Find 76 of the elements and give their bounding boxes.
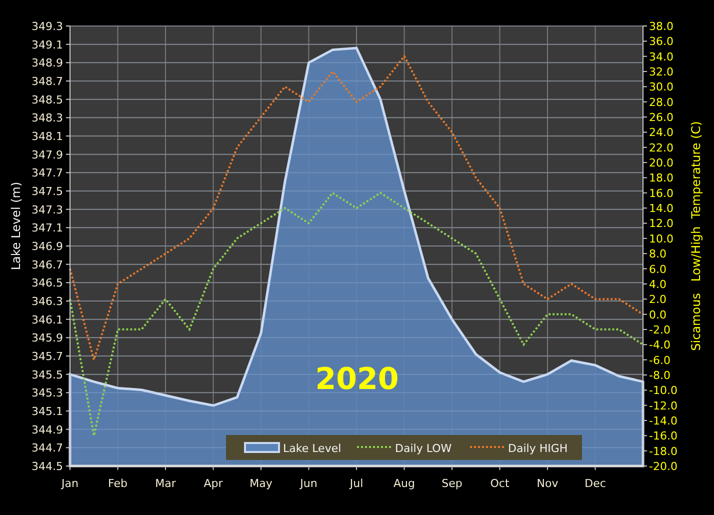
axis-tick-label: 10.0 xyxy=(649,232,674,246)
axis-tick-label: 345.3 xyxy=(32,386,63,400)
axis-tick-label: 346.3 xyxy=(32,295,63,308)
legend-label: Daily LOW xyxy=(395,442,452,455)
axis-tick-label: 24.0 xyxy=(649,126,674,140)
axis-tick-label: 22.0 xyxy=(649,141,674,154)
axis-tick-label: 36.0 xyxy=(649,35,674,48)
axis-tick-label: 345.7 xyxy=(32,350,63,363)
axis-tick-label: 20.0 xyxy=(649,156,674,170)
axis-tick-label: Nov xyxy=(536,477,558,490)
axis-tick-label: Jul xyxy=(350,477,364,490)
axis-tick-label: 346.5 xyxy=(32,276,63,290)
axis-tick-label: 8.0 xyxy=(649,248,666,261)
axis-tick-label: 26.0 xyxy=(649,111,674,124)
axis-tick-label: Feb xyxy=(108,477,128,490)
axis-tick-label: -10.0 xyxy=(649,384,678,398)
axis-tick-label: Dec xyxy=(584,477,606,490)
axis-tick-label: 349.1 xyxy=(32,38,63,52)
axis-tick-label: -20.0 xyxy=(649,460,678,473)
axis-tick-label: 4.0 xyxy=(649,278,666,291)
axis-tick-label: 12.0 xyxy=(649,217,674,230)
axis-tick-label: Apr xyxy=(204,477,223,490)
axis-tick-label: May xyxy=(250,477,272,490)
axis-tick-label: 346.7 xyxy=(32,258,63,272)
axis-tick-label: 347.3 xyxy=(32,203,63,216)
axis-tick-label: Mar xyxy=(155,477,176,490)
axis-tick-label: 348.9 xyxy=(32,56,63,70)
axis-tick-label: 344.7 xyxy=(32,442,63,455)
axis-tick-label: -18.0 xyxy=(649,444,678,458)
axis-tick-label: 345.5 xyxy=(32,368,63,382)
axis-title: Lake Level (m) xyxy=(9,182,23,270)
legend-swatch-icon xyxy=(244,442,280,453)
axis-tick-label: 346.9 xyxy=(32,240,63,253)
axis-tick-label: -16.0 xyxy=(649,430,678,443)
axis-tick-label: -6.0 xyxy=(649,354,670,367)
axis-tick-label: 345.9 xyxy=(32,332,63,345)
axis-tick-label: 16.0 xyxy=(649,186,674,200)
axis-tick-label: 347.7 xyxy=(32,166,63,180)
axis-tick-label: -8.0 xyxy=(649,368,670,382)
axis-tick-label: 348.7 xyxy=(32,75,63,88)
axis-tick-label: 0.0 xyxy=(649,308,666,322)
axis-tick-label: 349.3 xyxy=(32,20,63,33)
axis-tick-label: 30.0 xyxy=(649,80,674,94)
axis-tick-label: 14.0 xyxy=(649,202,674,216)
legend-label: Lake Level xyxy=(283,442,342,455)
axis-tick-label: 2.0 xyxy=(649,293,666,306)
axis-tick-label: -2.0 xyxy=(649,323,670,336)
axis-tick-label: 347.5 xyxy=(32,185,63,198)
axis-tick-label: 347.1 xyxy=(32,222,63,235)
axis-tick-label: 348.3 xyxy=(32,112,63,125)
axis-tick-label: 28.0 xyxy=(649,96,674,109)
axis-tick-label: 18.0 xyxy=(649,172,674,185)
axis-title: Sicamous Low/High Temperature (C) xyxy=(689,121,703,351)
legend-label: Daily HIGH xyxy=(508,442,568,455)
axis-tick-label: 6.0 xyxy=(649,262,666,276)
axis-tick-label: 344.9 xyxy=(32,423,63,436)
axis-tick-label: Oct xyxy=(490,477,510,490)
axis-tick-label: 347.9 xyxy=(32,148,63,162)
axis-tick-label: 346.1 xyxy=(32,313,63,326)
axis-tick-label: Jan xyxy=(62,477,78,490)
axis-tick-label: 345.1 xyxy=(32,405,63,418)
year-label: 2020 xyxy=(315,362,399,397)
axis-tick-label: 32.0 xyxy=(649,66,674,79)
axis-tick-label: 348.1 xyxy=(32,130,63,143)
axis-tick-label: Aug xyxy=(394,477,415,490)
legend-line-icon xyxy=(470,446,504,448)
axis-tick-label: -4.0 xyxy=(649,338,670,352)
axis-tick-label: 34.0 xyxy=(649,50,674,64)
axis-tick-label: 38.0 xyxy=(649,20,674,33)
axis-tick-label: Sep xyxy=(442,477,462,490)
axis-tick-label: -14.0 xyxy=(649,414,678,428)
axis-tick-label: 344.5 xyxy=(32,460,63,473)
axis-tick-label: -12.0 xyxy=(649,399,678,412)
axis-tick-label: 348.5 xyxy=(32,93,63,106)
legend-line-icon xyxy=(357,446,391,448)
axis-tick-label: Jun xyxy=(300,477,318,490)
